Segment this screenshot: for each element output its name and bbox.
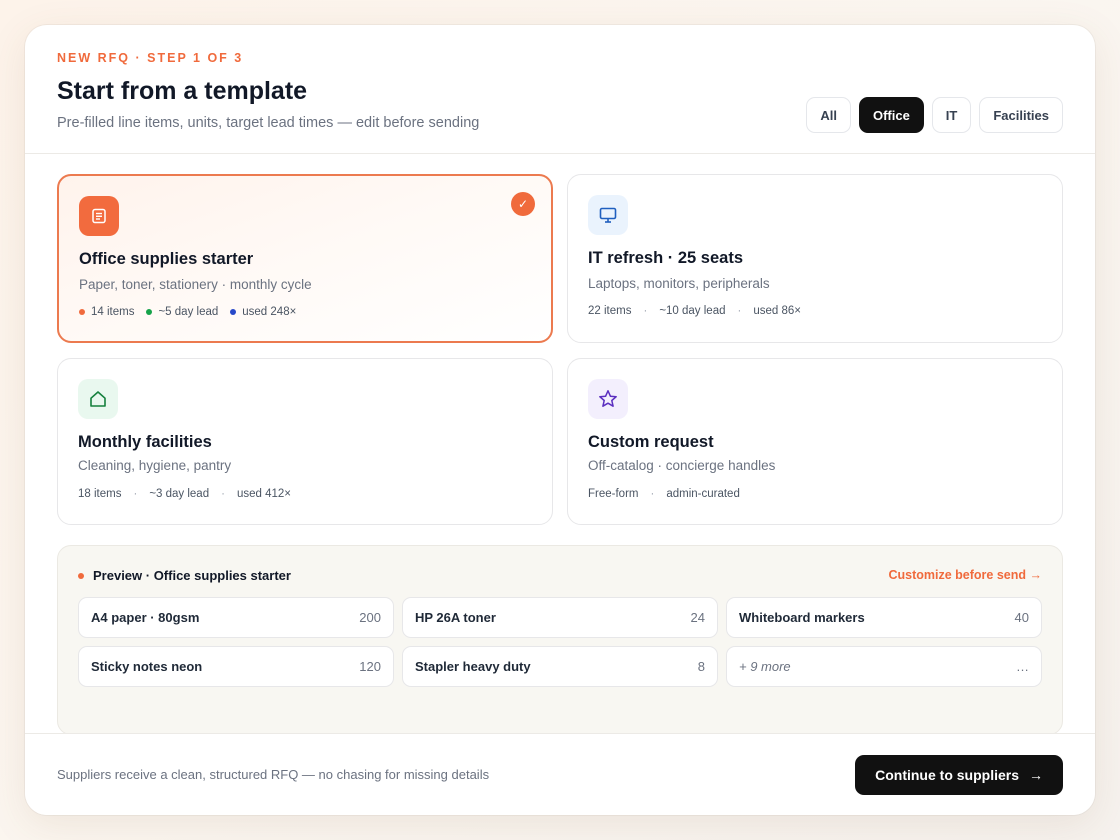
meta-items: 22 items — [588, 305, 632, 317]
template-preview: Preview · Office supplies starter Custom… — [57, 545, 1063, 735]
document-icon — [79, 196, 119, 236]
card-title: Office supplies starter — [79, 250, 254, 268]
meta-lead: ~10 day lead — [659, 305, 726, 317]
meta-lead: admin-curated — [666, 488, 740, 500]
arrow-right-icon: → — [1029, 767, 1043, 783]
card-subtitle: Off-catalog · concierge handles — [588, 458, 776, 473]
card-meta: Free-form · admin-curated — [588, 488, 740, 500]
item-qty: … — [1016, 659, 1029, 674]
preview-dot-icon — [78, 572, 84, 579]
filter-all[interactable]: All — [806, 97, 851, 133]
items-dot-icon — [79, 309, 85, 315]
card-title: Custom request — [588, 433, 714, 451]
customize-link[interactable]: Customize before send → — [889, 568, 1043, 582]
lead-dot-icon — [146, 309, 153, 315]
item-qty: 8 — [697, 659, 705, 674]
item-qty: 120 — [359, 659, 381, 674]
card-subtitle: Paper, toner, stationery · monthly cycle — [79, 277, 312, 292]
page-subtitle: Pre-filled line items, units, target lea… — [57, 115, 480, 131]
preview-item: Stapler heavy duty 8 — [402, 646, 718, 687]
meta-used: used 248× — [242, 306, 297, 318]
item-name: + 9 more — [739, 659, 791, 674]
star-icon — [588, 379, 628, 419]
meta-lead: ~3 day lead — [149, 488, 210, 500]
item-qty: 24 — [690, 610, 705, 625]
item-name: HP 26A toner — [415, 610, 496, 625]
item-qty: 40 — [1014, 610, 1029, 625]
template-card-office-supplies[interactable]: ✓ Office supplies starter Paper, toner, … — [57, 174, 553, 343]
continue-label: Continue to suppliers — [875, 767, 1019, 783]
card-subtitle: Laptops, monitors, peripherals — [588, 276, 770, 291]
filter-facilities[interactable]: Facilities — [979, 97, 1063, 133]
filter-office[interactable]: Office — [858, 97, 924, 133]
item-name: A4 paper · 80gsm — [91, 610, 200, 625]
template-card-it-refresh[interactable]: IT refresh · 25 seats Laptops, monitors,… — [567, 174, 1063, 343]
card-meta: 14 items ~5 day lead used 248× — [79, 306, 308, 318]
monitor-icon — [588, 195, 628, 235]
meta-lead: ~5 day lead — [158, 306, 219, 318]
modal-footer: Suppliers receive a clean, structured RF… — [25, 733, 1095, 815]
item-name: Sticky notes neon — [91, 659, 203, 674]
continue-button[interactable]: Continue to suppliers → — [855, 755, 1063, 795]
preview-title: Preview · Office supplies starter — [93, 568, 291, 583]
card-subtitle: Cleaning, hygiene, pantry — [78, 458, 232, 473]
card-meta: 22 items · ~10 day lead · used 86× — [588, 305, 801, 317]
home-icon — [78, 379, 118, 419]
meta-used: used 412× — [236, 488, 291, 500]
item-name: Whiteboard markers — [739, 610, 865, 625]
step-label: NEW RFQ · STEP 1 OF 3 — [57, 51, 244, 65]
filter-it[interactable]: IT — [931, 97, 972, 133]
meta-items: 14 items — [91, 306, 135, 318]
selected-check-icon: ✓ — [511, 192, 535, 216]
preview-header: Preview · Office supplies starter — [78, 568, 291, 583]
more-items-button[interactable]: + 9 more … — [726, 646, 1042, 687]
category-filters: All Office IT Facilities — [806, 97, 1063, 133]
rfq-template-modal: NEW RFQ · STEP 1 OF 3 Start from a templ… — [25, 25, 1095, 815]
preview-item: HP 26A toner 24 — [402, 597, 718, 638]
preview-item: Whiteboard markers 40 — [726, 597, 1042, 638]
footer-note: Suppliers receive a clean, structured RF… — [57, 767, 490, 782]
preview-item: Sticky notes neon 120 — [78, 646, 394, 687]
template-card-monthly-facilities[interactable]: Monthly facilities Cleaning, hygiene, pa… — [57, 358, 553, 525]
page-title: Start from a template — [57, 77, 308, 105]
meta-items: 18 items — [78, 488, 122, 500]
card-meta: 18 items · ~3 day lead · used 412× — [78, 488, 291, 500]
used-dot-icon — [230, 309, 237, 315]
meta-items: Free-form — [588, 488, 639, 500]
modal-header: NEW RFQ · STEP 1 OF 3 Start from a templ… — [25, 25, 1095, 154]
item-name: Stapler heavy duty — [415, 659, 531, 674]
card-title: Monthly facilities — [78, 433, 212, 451]
card-title: IT refresh · 25 seats — [588, 249, 743, 267]
template-card-custom-request[interactable]: Custom request Off-catalog · concierge h… — [567, 358, 1063, 525]
preview-item: A4 paper · 80gsm 200 — [78, 597, 394, 638]
item-qty: 200 — [359, 610, 381, 625]
meta-used: used 86× — [753, 305, 801, 317]
